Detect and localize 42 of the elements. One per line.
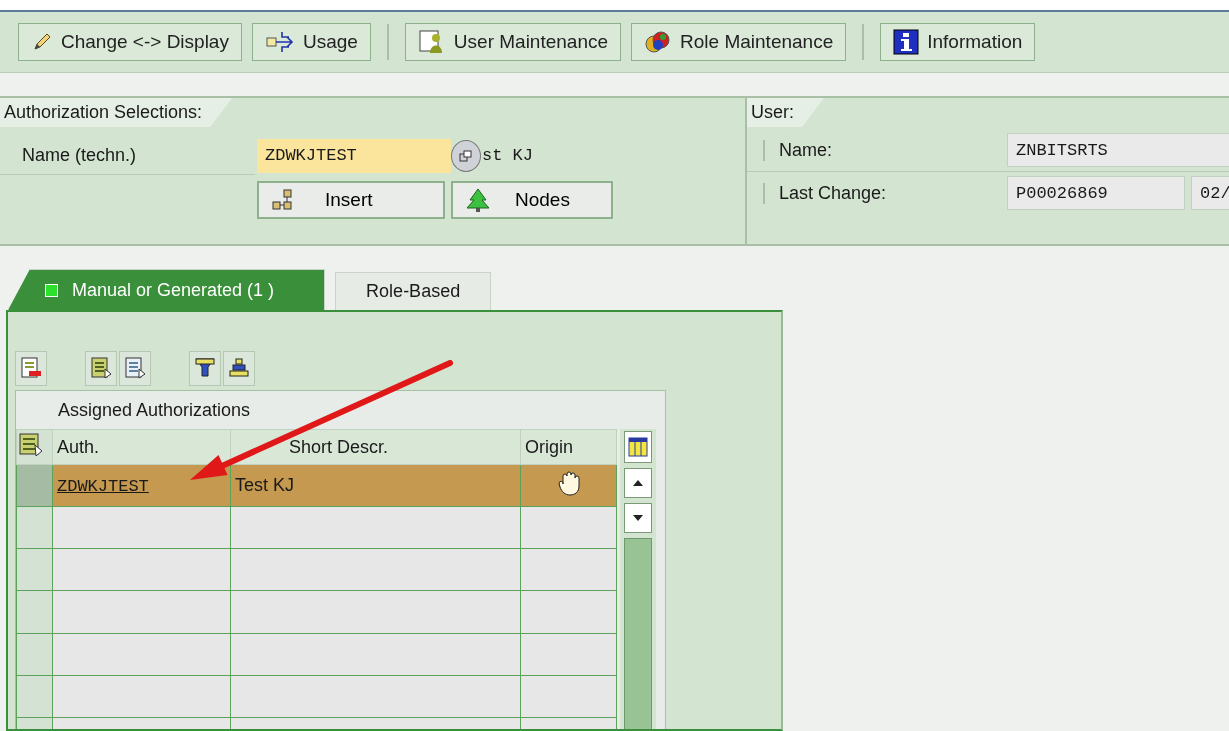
window-button[interactable] bbox=[451, 139, 481, 172]
group-title: Authorization Selections: bbox=[0, 98, 233, 127]
status-indicator-icon bbox=[45, 283, 58, 297]
down-arrow-icon bbox=[632, 514, 644, 522]
column-header[interactable]: Origin bbox=[520, 429, 617, 465]
push-button[interactable]: Insert bbox=[257, 180, 445, 219]
up-arrow-icon bbox=[632, 479, 644, 487]
table-cell: Test KJ bbox=[230, 464, 521, 507]
input-field[interactable]: ZDWKJTEST bbox=[257, 138, 451, 173]
table-title: Assigned Authorizations bbox=[58, 399, 251, 421]
windows-icon bbox=[459, 148, 473, 163]
toolbar-button[interactable]: User Maintenance bbox=[404, 23, 622, 61]
push-button[interactable]: Nodes bbox=[451, 180, 613, 219]
scroll-down-button[interactable] bbox=[624, 503, 652, 533]
field-label: Name (techn.) bbox=[21, 145, 138, 166]
toolbar-button[interactable]: Information bbox=[880, 23, 1036, 61]
hand-icon bbox=[556, 470, 581, 497]
colored-balls-icon bbox=[644, 29, 673, 55]
column-header[interactable]: Auth. bbox=[52, 429, 231, 465]
tab[interactable]: Role-Based bbox=[335, 272, 492, 310]
description-text: st KJ bbox=[482, 146, 533, 165]
filter-icon[interactable] bbox=[189, 350, 221, 386]
pencil-icon bbox=[31, 31, 53, 53]
output-field: 02/ bbox=[1191, 176, 1229, 210]
scroll-up-button[interactable] bbox=[624, 468, 652, 498]
column-settings-icon[interactable] bbox=[624, 431, 652, 463]
info-icon bbox=[893, 29, 920, 55]
arrows-icon bbox=[264, 30, 295, 54]
delete-row-icon[interactable] bbox=[15, 350, 47, 386]
sort-icon[interactable] bbox=[223, 350, 255, 386]
tab[interactable]: Manual or Generated (1 ) bbox=[8, 269, 326, 310]
output-field: ZNBITSRTS bbox=[1007, 133, 1229, 167]
scrollbar-track[interactable] bbox=[624, 538, 652, 729]
toolbar-button[interactable]: Role Maintenance bbox=[631, 23, 847, 61]
select-all-icon[interactable] bbox=[19, 432, 43, 457]
hierarchy-icon bbox=[271, 187, 295, 212]
output-field: P00026869 bbox=[1007, 176, 1185, 210]
toolbar-button[interactable]: Usage bbox=[251, 23, 371, 61]
tree-icon bbox=[465, 187, 491, 212]
column-header[interactable]: Short Descr. bbox=[230, 429, 521, 465]
group-title: User: bbox=[747, 98, 824, 127]
toolbar-button[interactable]: Change <-> Display bbox=[18, 23, 242, 61]
